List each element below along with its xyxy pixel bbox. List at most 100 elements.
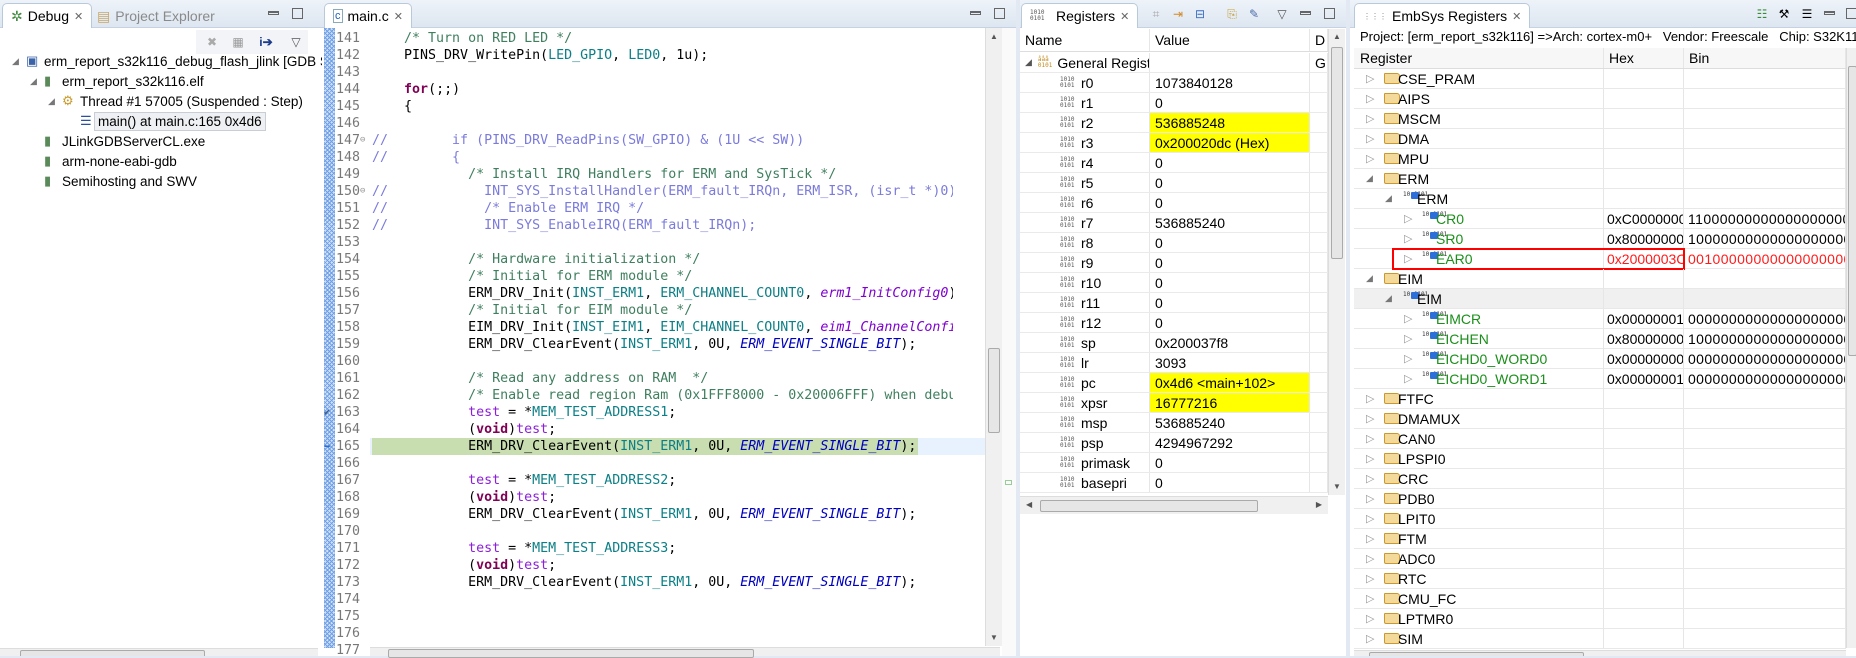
code-line[interactable]: 158 EIM_DRV_Init(INST_EIM1, EIM_CHANNEL_… [0,319,985,336]
code-line[interactable]: 169 ERM_DRV_ClearEvent(INST_ERM1, 0U, ER… [0,506,985,523]
bin-value[interactable] [1684,569,1846,588]
embsys-row[interactable]: ▷ 10 0101 EIMCR 0x00000001 00000000000000000… [1354,309,1846,329]
code-line[interactable]: 174 [0,591,985,608]
configure-icon[interactable]: ☷ [1754,6,1770,22]
embsys-row[interactable]: ▷ CMU_FC [1354,589,1846,609]
register-value[interactable]: 0 [1150,153,1310,172]
register-row[interactable]: ◢ ååå 0101 General Regist G [1020,53,1328,73]
column-bin[interactable]: Bin [1684,48,1846,68]
code-line[interactable]: 143 [0,64,985,81]
register-value[interactable]: 536885240 [1150,213,1310,232]
bin-value[interactable] [1684,509,1846,528]
close-icon[interactable]: ✕ [1120,10,1129,23]
bin-value[interactable]: 00100000000000000000000000111100 [1684,249,1846,268]
hex-value[interactable]: 0x00000001 [1604,309,1684,328]
bin-value[interactable] [1684,489,1846,508]
registers-vertical-scrollbar[interactable]: ▲ ▼ [1328,29,1345,495]
register-value[interactable]: 0 [1150,193,1310,212]
embsys-vertical-scrollbar[interactable] [1846,48,1856,648]
column-description[interactable]: D [1310,29,1328,51]
code-line[interactable]: 165 ➡ ERM_DRV_ClearEvent(INST_ERM1, 0U, E… [0,438,985,455]
register-row[interactable]: 1010 0101 r7 536885240 [1020,213,1328,233]
tab-embsys-registers[interactable]: ⋮⋮⋮ EmbSys Registers ✕ [1354,3,1531,28]
register-row[interactable]: 1010 0101 r3 0x200020dc (Hex) [1020,133,1328,153]
properties-icon[interactable]: ☰ [1799,6,1815,22]
code-line[interactable]: 144 for(;;) [0,81,985,98]
registers-horizontal-scrollbar[interactable]: ◀ ▶ [1020,496,1328,514]
register-value[interactable]: 4294967292 [1150,433,1310,452]
hex-value[interactable]: 0x80000000 [1604,329,1684,348]
expand-arrow-icon[interactable]: ▷ [1404,312,1412,325]
new-group-icon[interactable]: ⎘ [1224,6,1240,22]
code-line[interactable]: 161 /* Read any address on RAM */ [0,370,985,387]
code-line[interactable]: 147 ⊖// if (PINS_DRV_ReadPins(SW_GPIO) & … [0,132,985,149]
hex-value[interactable] [1604,109,1684,128]
code-line[interactable]: 163 ✔ test = *MEM_TEST_ADDRESS1; [0,404,985,421]
expand-arrow-icon[interactable]: ▷ [1366,412,1374,425]
embsys-row[interactable]: ▷ DMA [1354,129,1846,149]
hex-value[interactable] [1604,609,1684,628]
hex-value[interactable] [1604,69,1684,88]
collapse-arrow-icon[interactable]: ◢ [1385,293,1392,304]
fold-toggle-icon[interactable]: ⊖ [360,132,365,149]
embsys-row[interactable]: ◢ EIM [1354,269,1846,289]
expand-arrow-icon[interactable]: ▷ [1404,372,1412,385]
maximize-button[interactable] [1324,8,1335,19]
register-value[interactable]: 536885240 [1150,413,1310,432]
expand-arrow-icon[interactable]: ◢ [1025,57,1032,68]
bin-value[interactable] [1684,629,1846,648]
embsys-row[interactable]: ▷ CSE_PRAM [1354,69,1846,89]
code-line[interactable]: 157 /* Initial for EIM module */ [0,302,985,319]
expand-arrow-icon[interactable]: ▷ [1366,72,1374,85]
register-value[interactable]: 0 [1150,253,1310,272]
embsys-row[interactable]: ▷ AIPS [1354,89,1846,109]
bin-value[interactable] [1684,289,1846,308]
bin-value[interactable] [1684,169,1846,188]
expand-arrow-icon[interactable]: ▷ [1366,472,1374,485]
hex-value[interactable] [1604,89,1684,108]
minimize-button[interactable] [1824,11,1835,15]
code-line[interactable]: 155 /* Initial for ERM module */ [0,268,985,285]
collapse-arrow-icon[interactable]: ◢ [1366,273,1373,284]
register-value[interactable]: 0 [1150,273,1310,292]
code-line[interactable]: 166 [0,455,985,472]
editor-horizontal-scrollbar[interactable] [370,647,1000,658]
embsys-row[interactable]: ▷ 10 0101 CR0 0xC0000000 1100000000000000000… [1354,209,1846,229]
bin-value[interactable]: 00000000000000000000000000000001 [1684,369,1846,388]
embsys-row[interactable]: ▷ 10 0101 SR0 0x80000000 1000000000000000000… [1354,229,1846,249]
embsys-row[interactable]: ▷ 10 0101 EAR0 0x2000003C 001000000000000000… [1354,248,1846,270]
code-line[interactable]: 141 /* Turn on RED LED */ [0,30,985,47]
register-row[interactable]: 1010 0101 r11 0 [1020,293,1328,313]
column-register[interactable]: Register [1354,48,1604,68]
register-value[interactable]: 0 [1150,93,1310,112]
code-line[interactable]: 167 test = *MEM_TEST_ADDRESS2; [0,472,985,489]
code-line[interactable]: 151 // /* Enable ERM IRQ */ [0,200,985,217]
close-icon[interactable]: ✕ [1512,10,1521,23]
hex-value[interactable]: 0x00000001 [1604,369,1684,388]
register-value[interactable]: 0x4d6 <main+102> [1150,373,1310,392]
code-line[interactable]: 146 [0,115,985,132]
register-value[interactable]: 0x200020dc (Hex) [1150,133,1310,152]
code-line[interactable]: 145 { [0,98,985,115]
bin-value[interactable]: 10000000000000000000000000000000 [1684,229,1846,248]
bin-value[interactable] [1684,149,1846,168]
bin-value[interactable] [1684,129,1846,148]
code-line[interactable]: 149 /* Install IRQ Handlers for ERM and … [0,166,985,183]
bin-value[interactable] [1684,449,1846,468]
show-type-icon[interactable]: ⇥ [1170,6,1186,22]
register-value[interactable]: 0 [1150,233,1310,252]
embsys-row[interactable]: ▷ 10 0101 EICHEN 0x80000000 1000000000000000… [1354,329,1846,349]
embsys-row[interactable]: ◢ 10 0101 ERM [1354,189,1846,209]
embsys-row[interactable]: ▷ ADC0 [1354,549,1846,569]
register-row[interactable]: 1010 0101 msp 536885240 [1020,413,1328,433]
hex-value[interactable] [1604,129,1684,148]
collapse-arrow-icon[interactable]: ◢ [1366,173,1373,184]
register-row[interactable]: 1010 0101 r8 0 [1020,233,1328,253]
embsys-row[interactable]: ▷ MSCM [1354,109,1846,129]
embsys-row[interactable]: ▷ 10 0101 EICHD0_WORD0 0x00000000 0000000000… [1354,349,1846,369]
register-value[interactable]: 3093 [1150,353,1310,372]
register-row[interactable]: 1010 0101 r2 536885248 [1020,113,1328,133]
hex-value[interactable] [1604,509,1684,528]
embsys-row[interactable]: ▷ SIM [1354,629,1846,649]
code-line[interactable]: 162 /* Enable read region Ram (0x1FFF800… [0,387,985,404]
